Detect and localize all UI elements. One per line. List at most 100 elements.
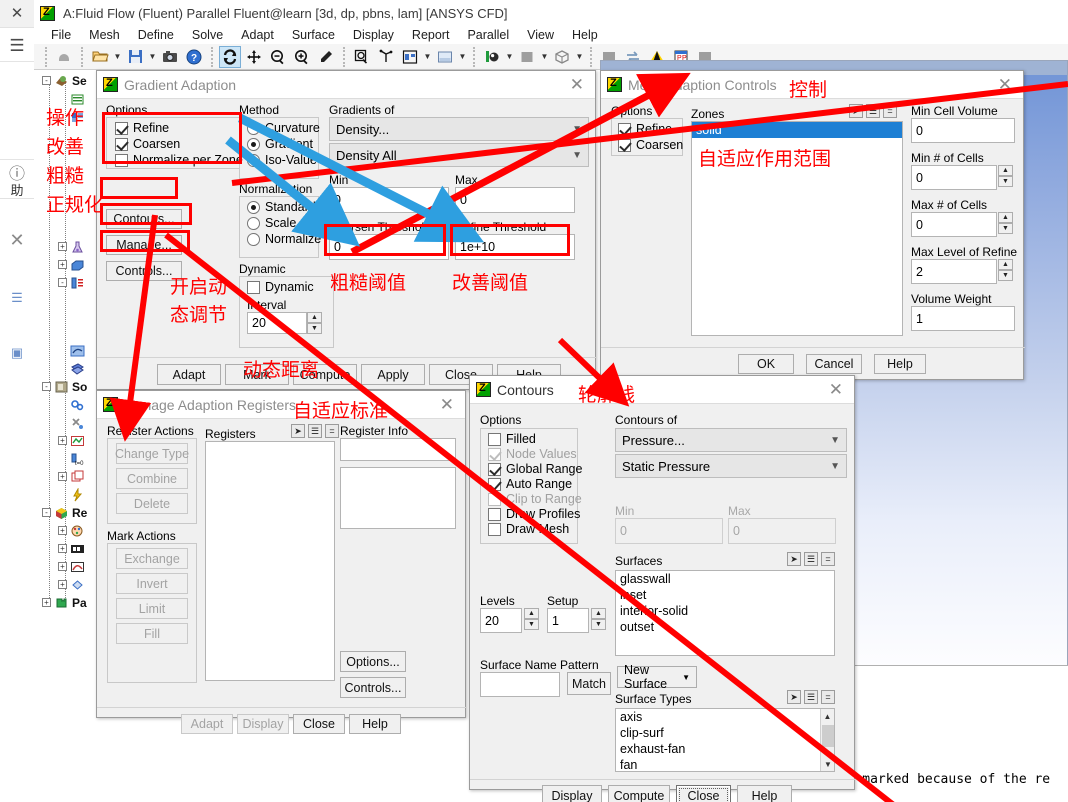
tree-expand-icon[interactable]: + [58, 580, 67, 589]
list-none-icon[interactable]: = [325, 424, 339, 438]
tree-node[interactable]: - So [42, 378, 87, 395]
ct-max-input[interactable]: 0 [728, 518, 836, 544]
tree-collapse-icon[interactable]: - [42, 382, 51, 391]
mac-min-cells-input[interactable]: 0 [911, 165, 997, 190]
ct-setup-spin-down[interactable]: ▼ [591, 619, 606, 630]
tree-expand-icon[interactable]: + [58, 562, 67, 571]
zoom-in-icon[interactable] [291, 46, 313, 68]
menu-item-adapt[interactable]: Adapt [232, 26, 283, 44]
menu-item-view[interactable]: View [518, 26, 563, 44]
color-swatch-dropdown-caret[interactable] [539, 46, 550, 68]
ga-radio-gradient[interactable]: Gradient [247, 137, 313, 151]
mac-min-cells-spin-up[interactable]: ▲ [998, 165, 1013, 176]
ct-compute-button[interactable]: Compute [608, 785, 670, 802]
list-all-icon[interactable]: ☰ [804, 552, 818, 566]
mar-combine-button[interactable]: Combine [116, 468, 188, 489]
tree-node[interactable] [58, 396, 88, 413]
ct-checkbox-filled[interactable]: Filled [488, 432, 536, 446]
render-cube-icon[interactable] [551, 46, 573, 68]
mac-checkbox-refine[interactable]: Refine [618, 122, 672, 136]
mac-max-cells-spin-down[interactable]: ▼ [998, 223, 1013, 234]
tree-expand-icon[interactable]: + [58, 242, 67, 251]
manage-adaption-registers-dialog[interactable]: Manage Adaption Registers ✕ Register Act… [96, 390, 467, 734]
ga-interval-spin-down[interactable]: ▼ [307, 323, 322, 334]
ct-checkbox-draw-mesh[interactable]: Draw Mesh [488, 522, 569, 536]
ct-match-button[interactable]: Match [567, 672, 611, 695]
ct-new-surface-dropdown[interactable]: New Surface ▼ [617, 663, 697, 691]
ga-interval-spin-up[interactable]: ▲ [307, 312, 322, 323]
mar-limit-button[interactable]: Limit [116, 598, 188, 619]
tree-collapse-icon[interactable]: - [42, 76, 51, 85]
open-folder-icon[interactable] [89, 46, 111, 68]
menu-item-mesh[interactable]: Mesh [80, 26, 129, 44]
ct-close-button[interactable]: Close [676, 785, 731, 802]
mar-change-type-button[interactable]: Change Type [115, 443, 189, 464]
ct-surfaces-list[interactable]: glasswall inset interior-solid outset [615, 570, 835, 656]
list-sort-icon[interactable]: ➤ [849, 104, 863, 118]
mac-cancel-button[interactable]: Cancel [806, 354, 862, 374]
stop-icon[interactable] [53, 46, 75, 68]
ct-setup-input[interactable]: 1 [547, 608, 589, 633]
ct-levels-spin-up[interactable]: ▲ [524, 608, 539, 619]
ct-surface-item[interactable]: interior-solid [616, 603, 834, 619]
close-icon[interactable]: ✕ [993, 76, 1017, 93]
menu-item-file[interactable]: File [42, 26, 80, 44]
save-disk-icon[interactable] [124, 46, 146, 68]
tree-node[interactable] [58, 342, 88, 359]
ct-contours-of-sub-dropdown[interactable]: Static Pressure ▼ [615, 454, 847, 478]
tree-node[interactable]: t=0 [58, 450, 88, 467]
ct-surface-type-item[interactable]: clip-surf [616, 725, 834, 741]
tree-node[interactable]: + Pa [42, 594, 87, 611]
mac-volume-weight-input[interactable]: 1 [911, 306, 1015, 331]
layout-panels-dropdown-caret[interactable] [422, 46, 433, 68]
ct-display-button[interactable]: Display [542, 785, 602, 802]
tree-expand-icon[interactable]: + [58, 472, 67, 481]
menu-item-solve[interactable]: Solve [183, 26, 232, 44]
list-all-icon[interactable]: ☰ [866, 104, 880, 118]
tree-expand-icon[interactable]: + [58, 260, 67, 269]
ct-surface-types-list[interactable]: axis clip-surf exhaust-fan fan [615, 708, 835, 772]
mac-min-cells-spin-down[interactable]: ▼ [998, 176, 1013, 187]
ct-surface-item[interactable]: inset [616, 587, 834, 603]
eyedropper-icon[interactable] [315, 46, 337, 68]
ga-max-input[interactable]: 0 [455, 187, 575, 213]
tree-node[interactable]: + [58, 540, 88, 557]
menu-item-define[interactable]: Define [129, 26, 183, 44]
help-circle-icon[interactable]: ? [183, 46, 205, 68]
tree-collapse-icon[interactable]: - [58, 278, 67, 287]
mac-min-cell-volume-input[interactable]: 0 [911, 118, 1015, 143]
list-sort-icon[interactable]: ➤ [291, 424, 305, 438]
mar-fill-button[interactable]: Fill [116, 623, 188, 644]
ct-checkbox-node-values[interactable]: Node Values [488, 447, 577, 461]
ct-levels-input[interactable]: 20 [480, 608, 522, 633]
ga-adapt-button[interactable]: Adapt [157, 364, 221, 385]
mac-help-button[interactable]: Help [874, 354, 926, 374]
mac-max-cells-input[interactable]: 0 [911, 212, 997, 237]
tree-node[interactable] [58, 414, 88, 431]
ct-surface-types-scrollbar[interactable]: ▲ ▼ [820, 709, 834, 771]
menu-item-display[interactable]: Display [344, 26, 403, 44]
ga-apply-button[interactable]: Apply [361, 364, 425, 385]
axis-tripod-icon[interactable] [375, 46, 397, 68]
tree-node[interactable]: + [58, 432, 88, 449]
ga-radio-curvature[interactable]: Curvature [247, 121, 320, 135]
render-cube-dropdown-caret[interactable] [574, 46, 585, 68]
ga-checkbox-dynamic[interactable]: Dynamic [247, 280, 314, 294]
menu-item-report[interactable]: Report [403, 26, 459, 44]
ct-checkbox-draw-profiles[interactable]: Draw Profiles [488, 507, 580, 521]
ct-checkbox-auto-range[interactable]: Auto Range [488, 477, 572, 491]
ct-checkbox-clip-to-range[interactable]: Clip to Range [488, 492, 582, 506]
mar-options-button[interactable]: Options... [340, 651, 406, 672]
list-all-icon[interactable]: ☰ [804, 690, 818, 704]
ga-radio-standard[interactable]: Standard [247, 200, 316, 214]
list-sort-icon[interactable]: ➤ [787, 690, 801, 704]
mar-help-button[interactable]: Help [349, 714, 401, 734]
hamburger-menu-icon[interactable]: ☰ [0, 36, 34, 56]
lighting-icon[interactable] [481, 46, 503, 68]
calendar-blue-icon[interactable]: ▣ [0, 345, 34, 361]
ct-surface-name-pattern-input[interactable] [480, 672, 560, 697]
mar-invert-button[interactable]: Invert [116, 573, 188, 594]
tree-node[interactable]: - [58, 274, 88, 291]
mac-checkbox-coarsen[interactable]: Coarsen [618, 138, 683, 152]
list-sort-icon[interactable]: ➤ [787, 552, 801, 566]
